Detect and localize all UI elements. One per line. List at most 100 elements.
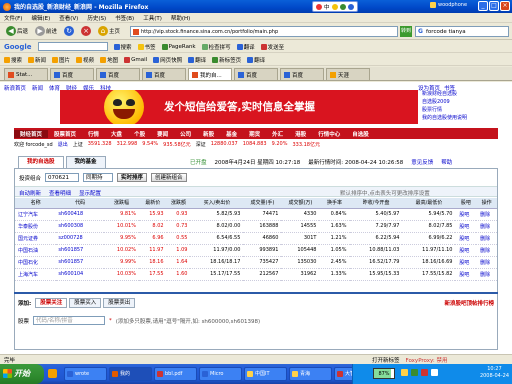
group-select[interactable]: 070621 [45,173,80,182]
stock-code-link[interactable]: sz000728 [56,232,104,245]
bookmark-item[interactable]: 新标签页 [212,56,241,64]
stock-code-link[interactable]: sh600308 [56,220,104,233]
stock-code-link[interactable]: sh600418 [56,208,104,221]
tab-stock-buy[interactable]: 股票买入 [69,298,102,308]
top-link[interactable]: 新闻 [32,84,43,92]
delete-link[interactable]: 删除 [476,244,497,257]
ime-toolbar[interactable]: 中 [312,1,358,12]
nav-item-finance-home[interactable]: 财经首页 [14,129,49,138]
taskbar-button[interactable]: Micro [199,367,242,381]
bookmark-item[interactable]: 网页快照 [153,56,182,64]
foxyproxy-status[interactable]: FoxyProxy: 禁用 [406,356,448,364]
close-button[interactable]: × [500,1,510,11]
taskbar-button[interactable]: 中国IT [244,367,287,381]
user-indicator[interactable]: woodphone [430,2,467,8]
side-link[interactable]: 新浪财经自选股 [422,90,467,98]
col-header[interactable]: 名称 [15,198,57,209]
ime-mode-label[interactable]: 中 [324,3,330,11]
help-link[interactable]: 帮助 [441,158,452,166]
delete-link[interactable]: 删除 [476,232,497,245]
tray-volume-icon[interactable] [431,369,438,376]
stock-name-link[interactable]: 国元证券 [15,232,57,245]
go-button[interactable]: 转到 [400,26,412,37]
google-toolbar-item[interactable]: PageRank [161,43,196,50]
stock-filter-select[interactable]: 同期持 [83,173,114,182]
google-toolbar-item[interactable]: 发送至 [260,43,284,51]
col-header[interactable]: 昨收/今开盘 [349,198,403,209]
taskbar-button[interactable]: bbl.pdf [154,367,197,381]
auto-refresh-toggle[interactable]: 自动刷新 [19,189,41,197]
bookmark-item[interactable]: 地图 [100,56,118,64]
side-link[interactable]: 股票行情 [422,106,467,114]
logout-link[interactable]: 退出 [58,141,68,148]
stock-code-link[interactable]: sh601857 [56,244,104,257]
col-header[interactable]: 涨跌幅 [103,198,139,209]
google-toolbar-item[interactable]: 检查拼写 [201,43,231,51]
moon-icon[interactable] [331,3,338,10]
guba-ranking-link[interactable]: 新浪股吧顶帖排行榜 [444,299,494,307]
nav-item[interactable]: 港股 [289,130,312,138]
sort-button[interactable]: 实时排序 [117,173,148,182]
browser-tab[interactable]: 百度 [234,68,278,80]
forward-button[interactable]: ▶ 前进 [33,25,59,38]
google-toolbar-item[interactable]: 翻译 [236,43,255,51]
nav-item[interactable]: 新股 [197,130,220,138]
back-button[interactable]: ◀ 后退 [4,25,30,38]
stock-name-link[interactable]: 上海汽车 [15,268,57,281]
search-box[interactable]: G forcode tianya [415,26,509,37]
bookmark-item[interactable]: 图片 [52,56,70,64]
stock-name-link[interactable]: 中国石化 [15,256,57,269]
stop-button[interactable]: × [79,25,93,38]
taskbar-button[interactable]: 青海 [289,367,332,381]
col-header[interactable]: 最高/最低价 [402,198,456,209]
stock-name-link[interactable]: 辽宁汽车 [15,208,57,221]
guba-link[interactable]: 股吧 [455,232,477,245]
nav-item[interactable]: 基金 [220,130,243,138]
delete-link[interactable]: 删除 [476,208,497,221]
col-header[interactable]: 涨跌额 [166,198,191,209]
nav-item[interactable]: 行情 [82,130,105,138]
bookmark-item[interactable]: Gmail [124,56,147,63]
minimize-button[interactable]: _ [478,1,488,11]
nav-item[interactable]: 个股 [128,130,151,138]
taskbar-button-active[interactable]: 我的 [109,367,152,381]
stock-code-link[interactable]: sh600104 [56,268,104,281]
menu-help[interactable]: 帮助(H) [171,14,190,22]
delete-link[interactable]: 删除 [476,220,497,233]
stock-name-link[interactable]: 中国石油 [15,244,57,257]
tab-stock-watch[interactable]: 股票关注 [35,298,68,308]
reload-button[interactable]: ↻ [62,25,76,38]
google-toolbar-item[interactable]: 搜索 [113,43,132,51]
menu-edit[interactable]: 编辑(E) [31,14,50,22]
nav-item[interactable]: 期货 [243,130,266,138]
display-config-link[interactable]: 显示配置 [79,189,101,197]
browser-tab[interactable]: 百度 [96,68,140,80]
nav-item[interactable]: 公司 [174,130,197,138]
delete-link[interactable]: 删除 [476,256,497,269]
tab-stock-sell[interactable]: 股票卖出 [103,298,136,308]
quick-launch-icon[interactable] [48,369,57,378]
browser-tab[interactable]: 天涯 [326,68,370,80]
punctuation-icon[interactable] [339,3,346,10]
bookmark-item[interactable]: 搜索 [4,56,22,64]
guba-link[interactable]: 股吧 [455,256,477,269]
url-bar[interactable]: http://vip.stock.finance.sina.com.cn/por… [130,26,398,37]
tab-my-funds[interactable]: 我的基金 [65,156,106,168]
stock-code-input[interactable]: 代码/名称/拼音 [33,316,106,325]
guba-link[interactable]: 股吧 [455,244,477,257]
bookmark-item[interactable]: 翻译 [247,56,265,64]
side-link[interactable]: 我的自选股使用说明 [422,114,467,122]
keyboard-icon[interactable] [347,3,354,10]
google-toolbar-item[interactable]: 书签 [137,43,156,51]
view-detail-link[interactable]: 查看明细 [49,189,71,197]
col-header[interactable]: 换手率 [319,198,350,209]
browser-tab[interactable]: 百度 [280,68,324,80]
delete-link[interactable]: 删除 [476,268,497,281]
maximize-button[interactable]: □ [489,1,499,11]
guba-link[interactable]: 股吧 [455,220,477,233]
menu-tools[interactable]: 工具(T) [143,14,162,22]
tray-antivirus-icon[interactable] [411,369,418,376]
top-link[interactable]: 体育 [49,84,60,92]
ad-banner[interactable]: 发个短信给爱答,实时信息全掌握 [60,90,418,124]
nav-item[interactable]: 自选股 [346,130,375,138]
